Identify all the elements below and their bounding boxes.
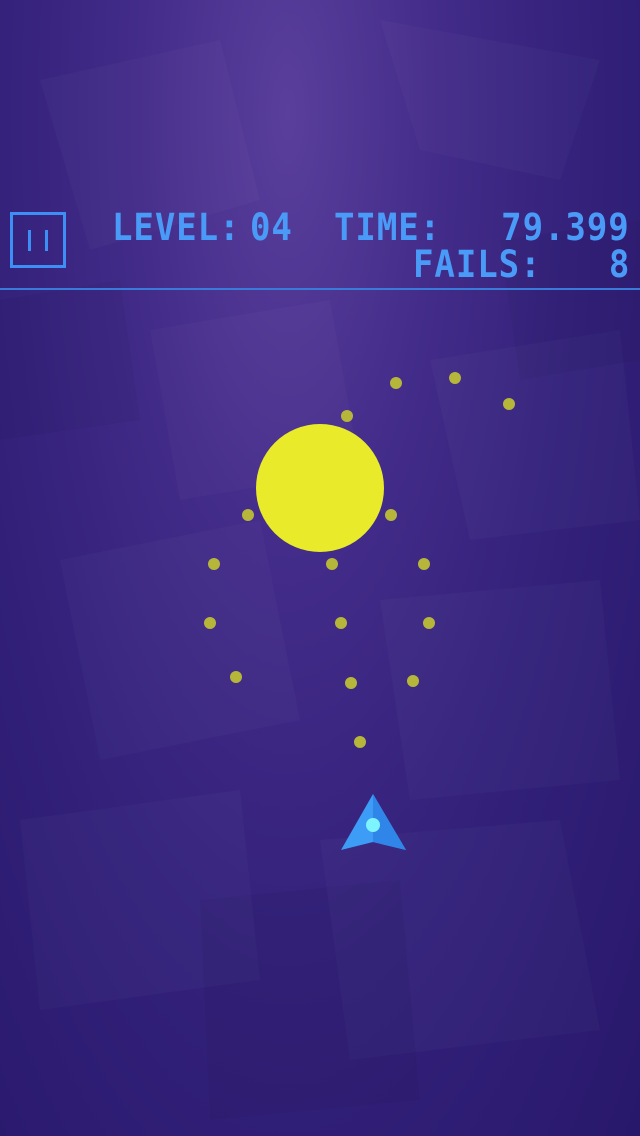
orbit-dot [345, 677, 357, 689]
orbit-dot [407, 675, 419, 687]
yellow-sun [256, 424, 384, 552]
orbit-dot [242, 509, 254, 521]
orbit-dot [390, 377, 402, 389]
player-ship[interactable] [341, 794, 406, 850]
orbit-dot [385, 509, 397, 521]
orbit-dot [230, 671, 242, 683]
orbit-dot [326, 558, 338, 570]
orbit-dot [418, 558, 430, 570]
ship-core [366, 818, 380, 832]
orbit-dot [449, 372, 461, 384]
orbit-dot [335, 617, 347, 629]
orbit-dot [423, 617, 435, 629]
orbit-dot [341, 410, 353, 422]
orbit-dot [354, 736, 366, 748]
orbit-dot [208, 558, 220, 570]
playfield [204, 372, 515, 850]
orbit-dot [503, 398, 515, 410]
orbit-dots [204, 372, 515, 748]
orbit-dot [204, 617, 216, 629]
